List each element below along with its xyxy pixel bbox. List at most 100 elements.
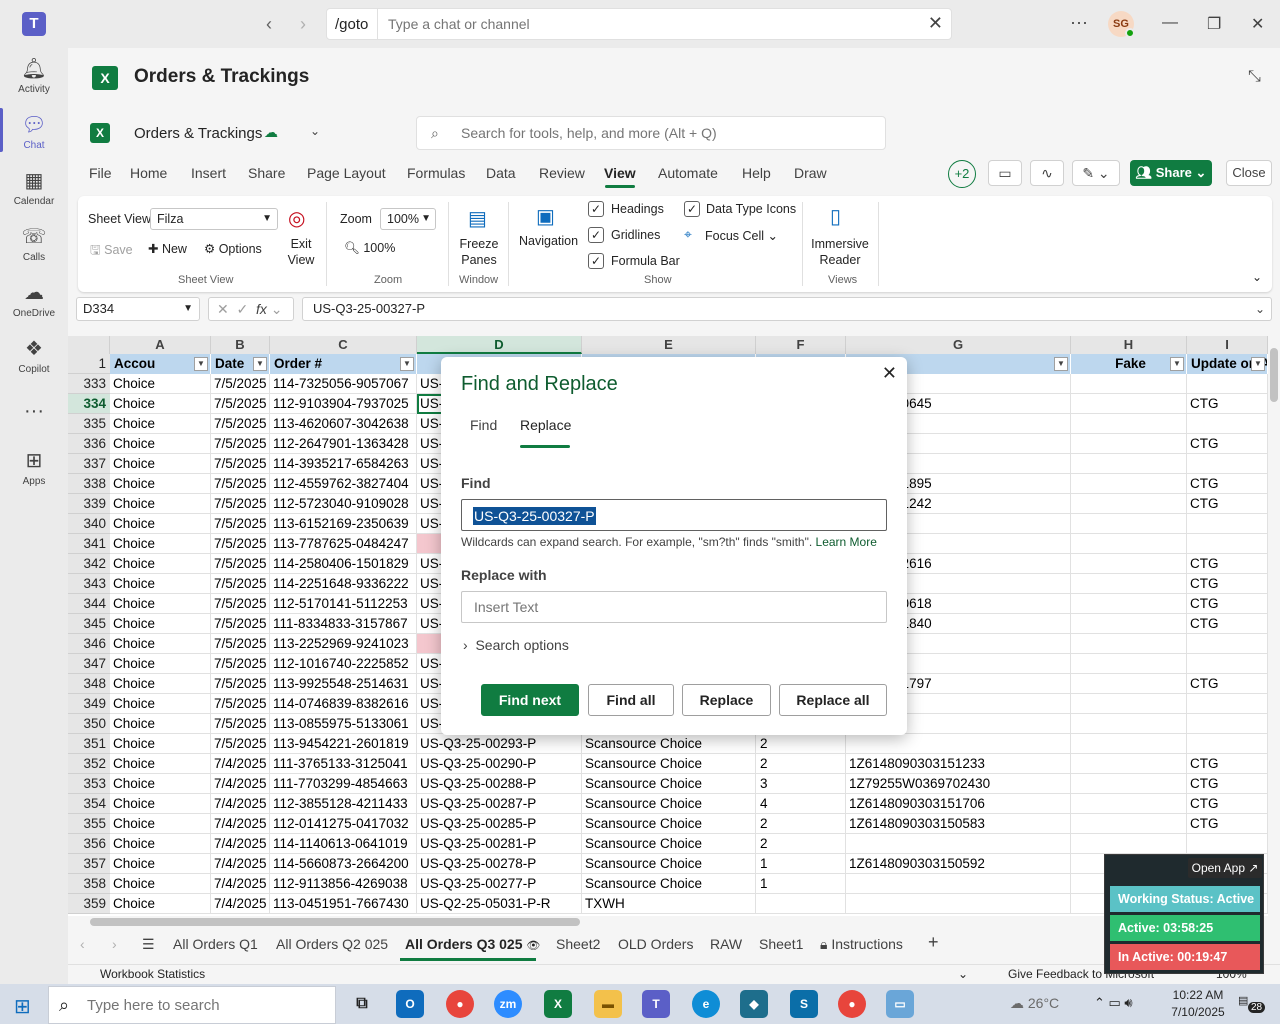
grid-cell[interactable] bbox=[1071, 674, 1187, 694]
grid-cell[interactable] bbox=[1187, 834, 1268, 854]
grid-cell[interactable]: 7/5/2025 bbox=[211, 734, 270, 754]
clock-time[interactable]: 10:22 AM bbox=[1168, 988, 1228, 1002]
zoom-select[interactable]: 100% ▼ bbox=[380, 208, 436, 230]
grid-cell[interactable]: CTG bbox=[1187, 594, 1268, 614]
grid-cell[interactable] bbox=[846, 734, 1071, 754]
grid-cell[interactable]: 112-0141275-0417032 bbox=[270, 814, 417, 834]
column-header[interactable]: I bbox=[1187, 336, 1268, 354]
zoom-icon[interactable]: zm bbox=[494, 990, 522, 1018]
grid-cell[interactable]: CTG bbox=[1187, 814, 1268, 834]
menu-share[interactable]: Share bbox=[248, 165, 285, 181]
grid-cell[interactable]: 7/5/2025 bbox=[211, 454, 270, 474]
grid-cell[interactable] bbox=[1071, 734, 1187, 754]
grid-cell[interactable] bbox=[1071, 754, 1187, 774]
open-app-button[interactable]: Open App ↗ bbox=[1188, 858, 1262, 878]
row-number[interactable]: 356 bbox=[68, 834, 110, 854]
grid-cell[interactable]: 112-9103904-7937025 bbox=[270, 394, 417, 414]
grid-cell[interactable] bbox=[1071, 614, 1187, 634]
grid-cell[interactable]: 113-9454221-2601819 bbox=[270, 734, 417, 754]
menu-view[interactable]: View bbox=[604, 165, 636, 181]
grid-cell[interactable]: 7/5/2025 bbox=[211, 374, 270, 394]
grid-cell[interactable]: US-Q3-25-00277-P bbox=[417, 874, 582, 894]
chrome-icon[interactable]: ● bbox=[446, 990, 474, 1018]
row-number[interactable]: 347 bbox=[68, 654, 110, 674]
grid-cell[interactable]: 7/5/2025 bbox=[211, 514, 270, 534]
grid-cell[interactable]: Scansource Choice bbox=[582, 854, 756, 874]
row-number[interactable]: 339 bbox=[68, 494, 110, 514]
grid-cell[interactable]: 112-3855128-4211433 bbox=[270, 794, 417, 814]
grid-cell[interactable]: Scansource Choice bbox=[582, 794, 756, 814]
grid-cell[interactable]: Choice bbox=[110, 674, 211, 694]
grid-cell[interactable]: Choice bbox=[110, 434, 211, 454]
row-number[interactable]: 348 bbox=[68, 674, 110, 694]
grid-cell[interactable]: 113-0855975-5133061 bbox=[270, 714, 417, 734]
grid-cell[interactable]: 7/4/2025 bbox=[211, 854, 270, 874]
row-number[interactable]: 344 bbox=[68, 594, 110, 614]
rail-calls[interactable]: ☏ Calls bbox=[0, 224, 68, 263]
grid-cell[interactable]: 7/5/2025 bbox=[211, 494, 270, 514]
column-header[interactable]: C bbox=[270, 336, 417, 354]
zoom-100-button[interactable]: 🔍︎ 100% bbox=[344, 241, 395, 256]
grid-cell[interactable]: CTG bbox=[1187, 754, 1268, 774]
grid-cell[interactable]: Choice bbox=[110, 834, 211, 854]
grid-cell[interactable]: Choice bbox=[110, 474, 211, 494]
vertical-scroll-thumb[interactable] bbox=[1270, 348, 1278, 402]
collapse-icon[interactable]: ⤡ bbox=[1248, 68, 1261, 86]
task-view-icon[interactable]: ⧉ bbox=[348, 990, 376, 1018]
notepad-icon[interactable]: ▭ bbox=[886, 990, 914, 1018]
menu-review[interactable]: Review bbox=[539, 165, 585, 181]
grid-cell[interactable] bbox=[1187, 454, 1268, 474]
grid-cell[interactable]: 114-1140613-0641019 bbox=[270, 834, 417, 854]
row-number[interactable]: 346 bbox=[68, 634, 110, 654]
grid-cell[interactable] bbox=[1071, 634, 1187, 654]
grid-cell[interactable]: Choice bbox=[110, 794, 211, 814]
grid-cell[interactable] bbox=[1071, 554, 1187, 574]
formula-input[interactable]: US-Q3-25-00327-P ⌄ bbox=[302, 297, 1272, 321]
window-close-icon[interactable]: ✕ bbox=[1251, 14, 1264, 34]
excel-taskbar-icon[interactable]: X bbox=[544, 990, 572, 1018]
filter-dropdown-icon[interactable]: ▼ bbox=[1251, 357, 1265, 371]
notification-center[interactable]: ▤ 28 bbox=[1238, 994, 1266, 1014]
row-number[interactable]: 333 bbox=[68, 374, 110, 394]
find-next-button[interactable]: Find next bbox=[481, 684, 579, 716]
menu-data[interactable]: Data bbox=[486, 165, 516, 181]
grid-cell[interactable]: 7/5/2025 bbox=[211, 674, 270, 694]
tabs-next-icon[interactable]: › bbox=[112, 936, 117, 952]
header-cell[interactable]: Fake ▼ bbox=[1071, 354, 1187, 374]
close-icon[interactable]: ✕ bbox=[928, 13, 943, 34]
row-number[interactable]: 349 bbox=[68, 694, 110, 714]
share-button[interactable]: 👥︎ Share ⌄ bbox=[1130, 160, 1212, 186]
rail-onedrive[interactable]: ☁ OneDrive bbox=[0, 280, 68, 319]
grid-cell[interactable]: CTG bbox=[1187, 774, 1268, 794]
grid-cell[interactable]: 114-5660873-2664200 bbox=[270, 854, 417, 874]
row-number[interactable]: 337 bbox=[68, 454, 110, 474]
menu-file[interactable]: File bbox=[89, 165, 112, 181]
chevron-down-icon[interactable]: ⌄ bbox=[310, 124, 320, 138]
sheet-tab-protected[interactable]: 🔒︎ Instructions bbox=[820, 936, 903, 953]
grid-cell[interactable]: 3 bbox=[756, 774, 846, 794]
formula-bar-checkbox[interactable]: ✓ bbox=[588, 253, 604, 269]
row-number[interactable]: 335 bbox=[68, 414, 110, 434]
find-all-button[interactable]: Find all bbox=[588, 684, 674, 716]
chevron-down-icon[interactable]: ⌄ bbox=[958, 967, 968, 981]
grid-cell[interactable]: 7/5/2025 bbox=[211, 474, 270, 494]
grid-cell[interactable]: 7/4/2025 bbox=[211, 794, 270, 814]
grid-cell[interactable]: US-Q3-25-00290-P bbox=[417, 754, 582, 774]
row-number[interactable]: 343 bbox=[68, 574, 110, 594]
grid-cell[interactable]: 7/4/2025 bbox=[211, 894, 270, 914]
view-options-button[interactable]: ⚙ Options bbox=[204, 241, 262, 256]
rail-copilot[interactable]: ❖ Copilot bbox=[0, 336, 68, 375]
editing-mode-button[interactable]: ✎ ⌄ bbox=[1072, 160, 1120, 186]
rail-apps[interactable]: ⊞ Apps bbox=[0, 448, 68, 487]
grid-cell[interactable] bbox=[1071, 794, 1187, 814]
search-input[interactable] bbox=[461, 117, 871, 149]
row-number[interactable]: 340 bbox=[68, 514, 110, 534]
grid-cell[interactable] bbox=[1187, 414, 1268, 434]
grid-cell[interactable]: 2 bbox=[756, 754, 846, 774]
grid-cell[interactable] bbox=[1187, 374, 1268, 394]
grid-cell[interactable]: Choice bbox=[110, 814, 211, 834]
grid-cell[interactable]: 114-2580406-1501829 bbox=[270, 554, 417, 574]
goto-bar[interactable]: /goto ✕ bbox=[326, 8, 952, 40]
grid-cell[interactable]: 4 bbox=[756, 794, 846, 814]
grid-cell[interactable]: US-Q3-25-00281-P bbox=[417, 834, 582, 854]
